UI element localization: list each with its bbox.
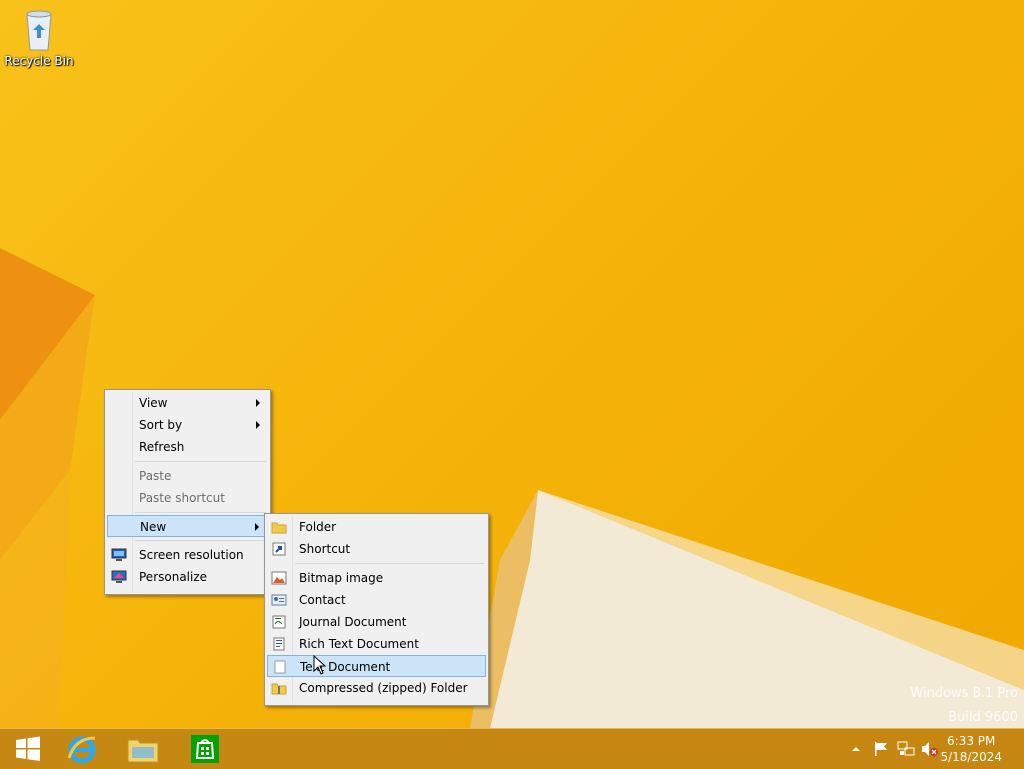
wallpaper [0, 248, 1024, 728]
file-explorer-icon [127, 739, 159, 763]
new-submenu: Folder Shortcut Bitmap image Contact Jou… [264, 513, 489, 706]
menu-item-view[interactable]: View [107, 392, 268, 414]
submenu-arrow-icon [256, 421, 260, 429]
menu-item-label: Shortcut [299, 542, 351, 556]
folder-icon [271, 520, 287, 534]
volume-muted-icon[interactable] [921, 729, 939, 769]
menu-item-label: Bitmap image [299, 571, 384, 585]
menu-item-sort-by[interactable]: Sort by [107, 414, 268, 436]
zip-folder-icon [271, 681, 287, 695]
menu-item-label: Screen resolution [139, 548, 244, 562]
menu-item-label: Journal Document [299, 615, 407, 629]
internet-explorer-icon [67, 736, 96, 764]
taskbar-internet-explorer[interactable] [54, 731, 110, 767]
desktop-context-menu: View Sort by Refresh Paste Paste shortcu… [104, 389, 271, 595]
clock-time: 6:33 PM [947, 734, 996, 748]
shortcut-icon [271, 542, 287, 556]
menu-item-label: New [140, 520, 167, 534]
menu-item-label: Folder [299, 520, 337, 534]
desktop-icon-recycle-bin[interactable]: Recycle Bin [4, 6, 74, 68]
journal-icon [271, 615, 287, 629]
menu-separator [135, 540, 266, 541]
menu-item-label: Paste shortcut [139, 491, 225, 505]
bitmap-icon [271, 571, 287, 585]
text-document-icon [272, 660, 288, 674]
submenu-item-zip-folder[interactable]: Compressed (zipped) Folder [267, 677, 486, 699]
menu-item-label: Contact [299, 593, 346, 607]
taskbar-clock[interactable]: 6:33 PM 5/18/2024 [940, 733, 1002, 765]
menu-item-label: Sort by [139, 418, 183, 432]
menu-separator [295, 563, 484, 564]
menu-item-label: Paste [139, 469, 172, 483]
menu-item-paste[interactable]: Paste [107, 465, 268, 487]
menu-item-label: Compressed (zipped) Folder [299, 681, 468, 695]
menu-separator [135, 512, 266, 513]
menu-item-label: Rich Text Document [299, 637, 419, 651]
submenu-item-bitmap[interactable]: Bitmap image [267, 567, 486, 589]
menu-item-personalize[interactable]: Personalize [107, 566, 268, 588]
menu-item-refresh[interactable]: Refresh [107, 436, 268, 458]
taskbar-store[interactable] [177, 731, 233, 767]
desktop[interactable]: Recycle Bin Windows 8.1 Pro Build 9600 V… [0, 0, 1024, 728]
submenu-item-text-document[interactable]: Text Document [267, 655, 486, 677]
screen-resolution-icon [111, 548, 127, 562]
rich-text-icon [271, 637, 287, 651]
taskbar: 6:33 PM 5/18/2024 [0, 728, 1024, 769]
network-icon[interactable] [897, 729, 915, 769]
windows-logo-icon [16, 736, 40, 761]
store-icon [191, 735, 219, 763]
windows-watermark-edition: Windows 8.1 Pro [910, 686, 1018, 701]
windows-watermark-build: Build 9600 [948, 710, 1018, 725]
show-hidden-icons[interactable] [850, 729, 862, 769]
menu-item-label: View [139, 396, 168, 410]
desktop-icon-label: Recycle Bin [4, 54, 74, 68]
menu-item-label: Refresh [139, 440, 185, 454]
clock-date: 5/18/2024 [940, 750, 1002, 764]
submenu-arrow-icon [255, 523, 259, 531]
action-center-flag-icon[interactable] [873, 729, 889, 769]
menu-item-label: Personalize [139, 570, 208, 584]
taskbar-file-explorer[interactable] [115, 731, 171, 767]
submenu-item-contact[interactable]: Contact [267, 589, 486, 611]
submenu-item-folder[interactable]: Folder [267, 516, 486, 538]
mouse-cursor-icon [313, 655, 327, 675]
menu-item-new[interactable]: New [107, 515, 268, 537]
submenu-item-rich-text[interactable]: Rich Text Document [267, 633, 486, 655]
menu-item-screen-resolution[interactable]: Screen resolution [107, 544, 268, 566]
recycle-bin-icon [19, 6, 59, 52]
submenu-item-shortcut[interactable]: Shortcut [267, 538, 486, 560]
start-button[interactable] [0, 731, 56, 767]
submenu-arrow-icon [256, 399, 260, 407]
menu-item-paste-shortcut[interactable]: Paste shortcut [107, 487, 268, 509]
personalize-icon [111, 570, 127, 584]
menu-separator [135, 461, 266, 462]
submenu-item-journal[interactable]: Journal Document [267, 611, 486, 633]
contact-icon [271, 593, 287, 607]
